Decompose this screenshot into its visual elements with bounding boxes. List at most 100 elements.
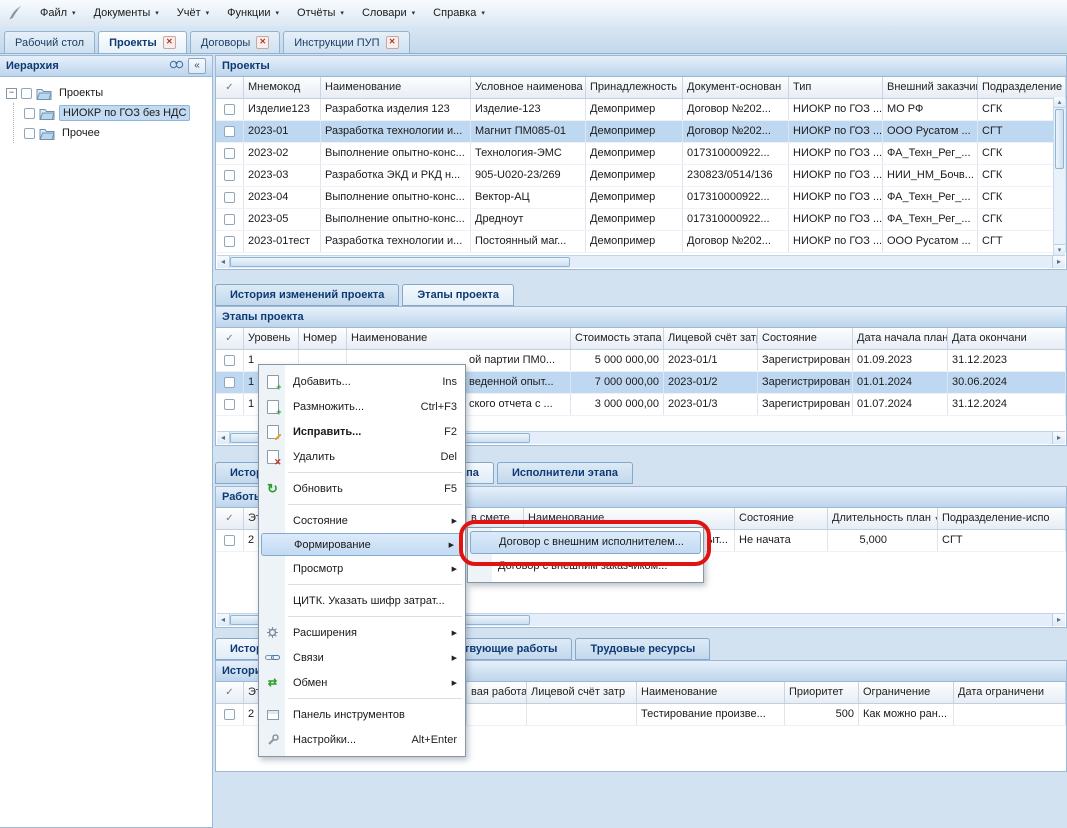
menu-accounting[interactable]: Учёт▾	[169, 4, 217, 22]
scroll-right-icon[interactable]: ▸	[1052, 432, 1065, 444]
column-header-constraint-date[interactable]: Дата ограничени	[954, 682, 1066, 703]
table-row[interactable]: 2023-05 Выполнение опытно-конс... Дредно…	[216, 209, 1066, 231]
select-all-header[interactable]: ✓	[216, 328, 244, 349]
column-header-plan-duration[interactable]: Длительность план▼	[828, 508, 938, 529]
tab-labor-resources[interactable]: Трудовые ресурсы	[575, 638, 710, 660]
menu-file[interactable]: Файл▾	[32, 4, 84, 22]
menu-dictionaries[interactable]: Словари▾	[354, 4, 423, 22]
menu-item-citk-cost-code[interactable]: ЦИТК. Указать шифр затрат...	[259, 588, 465, 613]
column-header-constraint[interactable]: Ограничение	[859, 682, 954, 703]
row-checkbox[interactable]	[224, 535, 235, 546]
vertical-scrollbar[interactable]: ▴ ▾	[1053, 97, 1065, 255]
column-header-conditional-name[interactable]: Условное наименова	[471, 77, 586, 98]
column-header-base-work[interactable]: вая работа	[467, 682, 527, 703]
table-row[interactable]: 2023-01тест Разработка технологии и... П…	[216, 231, 1066, 253]
column-header-belonging[interactable]: Принадлежность	[586, 77, 683, 98]
table-row[interactable]: 2023-02 Выполнение опытно-конс... Технол…	[216, 143, 1066, 165]
row-checkbox[interactable]	[224, 709, 235, 720]
collapse-panel-button[interactable]: «	[188, 58, 206, 74]
tree-checkbox[interactable]	[24, 128, 35, 139]
column-header-external-customer[interactable]: Внешний заказчик	[883, 77, 978, 98]
column-header-cost-account[interactable]: Лицевой счёт затрат.	[664, 328, 758, 349]
submenu-item-external-contractor-contract[interactable]: Договор с внешним исполнителем...	[470, 531, 701, 554]
menu-item-settings[interactable]: Настройки... Alt+Enter	[259, 727, 465, 752]
column-header-base-document[interactable]: Документ-основан	[683, 77, 789, 98]
row-checkbox[interactable]	[224, 148, 235, 159]
column-header-state[interactable]: Состояние	[735, 508, 828, 529]
close-icon[interactable]: ✕	[163, 36, 176, 49]
menu-item-view[interactable]: Просмотр ▶	[259, 556, 465, 581]
column-header-name[interactable]: Наименование	[524, 508, 735, 529]
column-header-mnemocode[interactable]: Мнемокод	[244, 77, 321, 98]
column-header-name[interactable]: Наименование	[347, 328, 571, 349]
row-checkbox[interactable]	[224, 104, 235, 115]
select-all-header[interactable]: ✓	[216, 77, 244, 98]
tab-pup-instructions[interactable]: Инструкции ПУП✕	[283, 31, 409, 53]
column-header-type[interactable]: Тип	[789, 77, 883, 98]
column-header-executing-division[interactable]: Подразделение-испо	[938, 508, 1066, 529]
menu-help[interactable]: Справка▾	[425, 4, 493, 22]
row-checkbox[interactable]	[224, 377, 235, 388]
row-checkbox[interactable]	[224, 214, 235, 225]
tree-checkbox[interactable]	[24, 108, 35, 119]
column-header-end-date[interactable]: Дата окончани	[948, 328, 1066, 349]
menu-item-toolbar-panel[interactable]: Панель инструментов	[259, 702, 465, 727]
table-row[interactable]: Изделие123 Разработка изделия 123 Издели…	[216, 99, 1066, 121]
tree-expander-icon[interactable]: −	[6, 88, 17, 99]
tab-project-change-history[interactable]: История изменений проекта	[215, 284, 399, 306]
scroll-up-icon[interactable]: ▴	[1054, 97, 1065, 108]
column-header-division[interactable]: Подразделение	[978, 77, 1066, 98]
menu-item-refresh[interactable]: ↻ Обновить F5	[259, 476, 465, 501]
menu-reports[interactable]: Отчёты▾	[289, 4, 352, 22]
column-header-name[interactable]: Наименование	[321, 77, 471, 98]
column-header-stage-cost[interactable]: Стоимость этапа	[571, 328, 664, 349]
menu-item-formation[interactable]: Формирование ▶	[261, 533, 463, 556]
tree-item-other[interactable]: Прочее	[14, 123, 212, 143]
menu-item-add[interactable]: + Добавить... Ins	[259, 369, 465, 394]
row-checkbox[interactable]	[224, 399, 235, 410]
row-checkbox[interactable]	[224, 126, 235, 137]
row-checkbox[interactable]	[224, 236, 235, 247]
table-row-selected[interactable]: 2023-01 Разработка технологии и... Магни…	[216, 121, 1066, 143]
scrollbar-thumb[interactable]	[1055, 109, 1064, 169]
menu-documents[interactable]: Документы▾	[86, 4, 167, 22]
menu-functions[interactable]: Функции▾	[219, 4, 287, 22]
select-all-header[interactable]: ✓	[216, 682, 244, 703]
column-header-priority[interactable]: Приоритет	[785, 682, 859, 703]
column-header-level[interactable]: Уровень	[244, 328, 299, 349]
search-icon[interactable]	[169, 59, 184, 73]
close-icon[interactable]: ✕	[256, 36, 269, 49]
menu-item-edit[interactable]: Исправить... F2	[259, 419, 465, 444]
menu-item-exchange[interactable]: ⇄ Обмен ▶	[259, 670, 465, 695]
menu-item-delete[interactable]: ✕ Удалить Del	[259, 444, 465, 469]
tab-contracts[interactable]: Договоры✕	[190, 31, 280, 53]
row-checkbox[interactable]	[224, 192, 235, 203]
column-header-in-estimate[interactable]: в смете	[467, 508, 524, 529]
close-icon[interactable]: ✕	[386, 36, 399, 49]
scrollbar-thumb[interactable]	[230, 257, 570, 267]
menu-item-extensions[interactable]: Расширения ▶	[259, 620, 465, 645]
tab-project-stages[interactable]: Этапы проекта	[402, 284, 514, 306]
tree-item-projects[interactable]: − Проекты	[0, 83, 212, 103]
scroll-left-icon[interactable]: ◂	[217, 256, 230, 268]
scroll-left-icon[interactable]: ◂	[217, 614, 230, 626]
horizontal-scrollbar[interactable]: ◂ ▸	[217, 255, 1065, 268]
column-header-plan-start-date[interactable]: Дата начала план	[853, 328, 948, 349]
row-checkbox[interactable]	[224, 355, 235, 366]
tab-desktop[interactable]: Рабочий стол	[4, 31, 95, 53]
scroll-right-icon[interactable]: ▸	[1052, 256, 1065, 268]
menu-item-duplicate[interactable]: + Размножить... Ctrl+F3	[259, 394, 465, 419]
menu-item-links[interactable]: Связи ▶	[259, 645, 465, 670]
table-row[interactable]: 2023-03 Разработка ЭКД и РКД н... 905-U0…	[216, 165, 1066, 187]
tab-stage-executors[interactable]: Исполнители этапа	[497, 462, 633, 484]
menu-item-state[interactable]: Состояние ▶	[259, 508, 465, 533]
column-header-name[interactable]: Наименование	[637, 682, 785, 703]
scroll-right-icon[interactable]: ▸	[1052, 614, 1065, 626]
column-header-state[interactable]: Состояние	[758, 328, 853, 349]
scroll-left-icon[interactable]: ◂	[217, 432, 230, 444]
tree-checkbox[interactable]	[21, 88, 32, 99]
tab-projects[interactable]: Проекты✕	[98, 31, 187, 53]
row-checkbox[interactable]	[224, 170, 235, 181]
column-header-number[interactable]: Номер	[299, 328, 347, 349]
select-all-header[interactable]: ✓	[216, 508, 244, 529]
